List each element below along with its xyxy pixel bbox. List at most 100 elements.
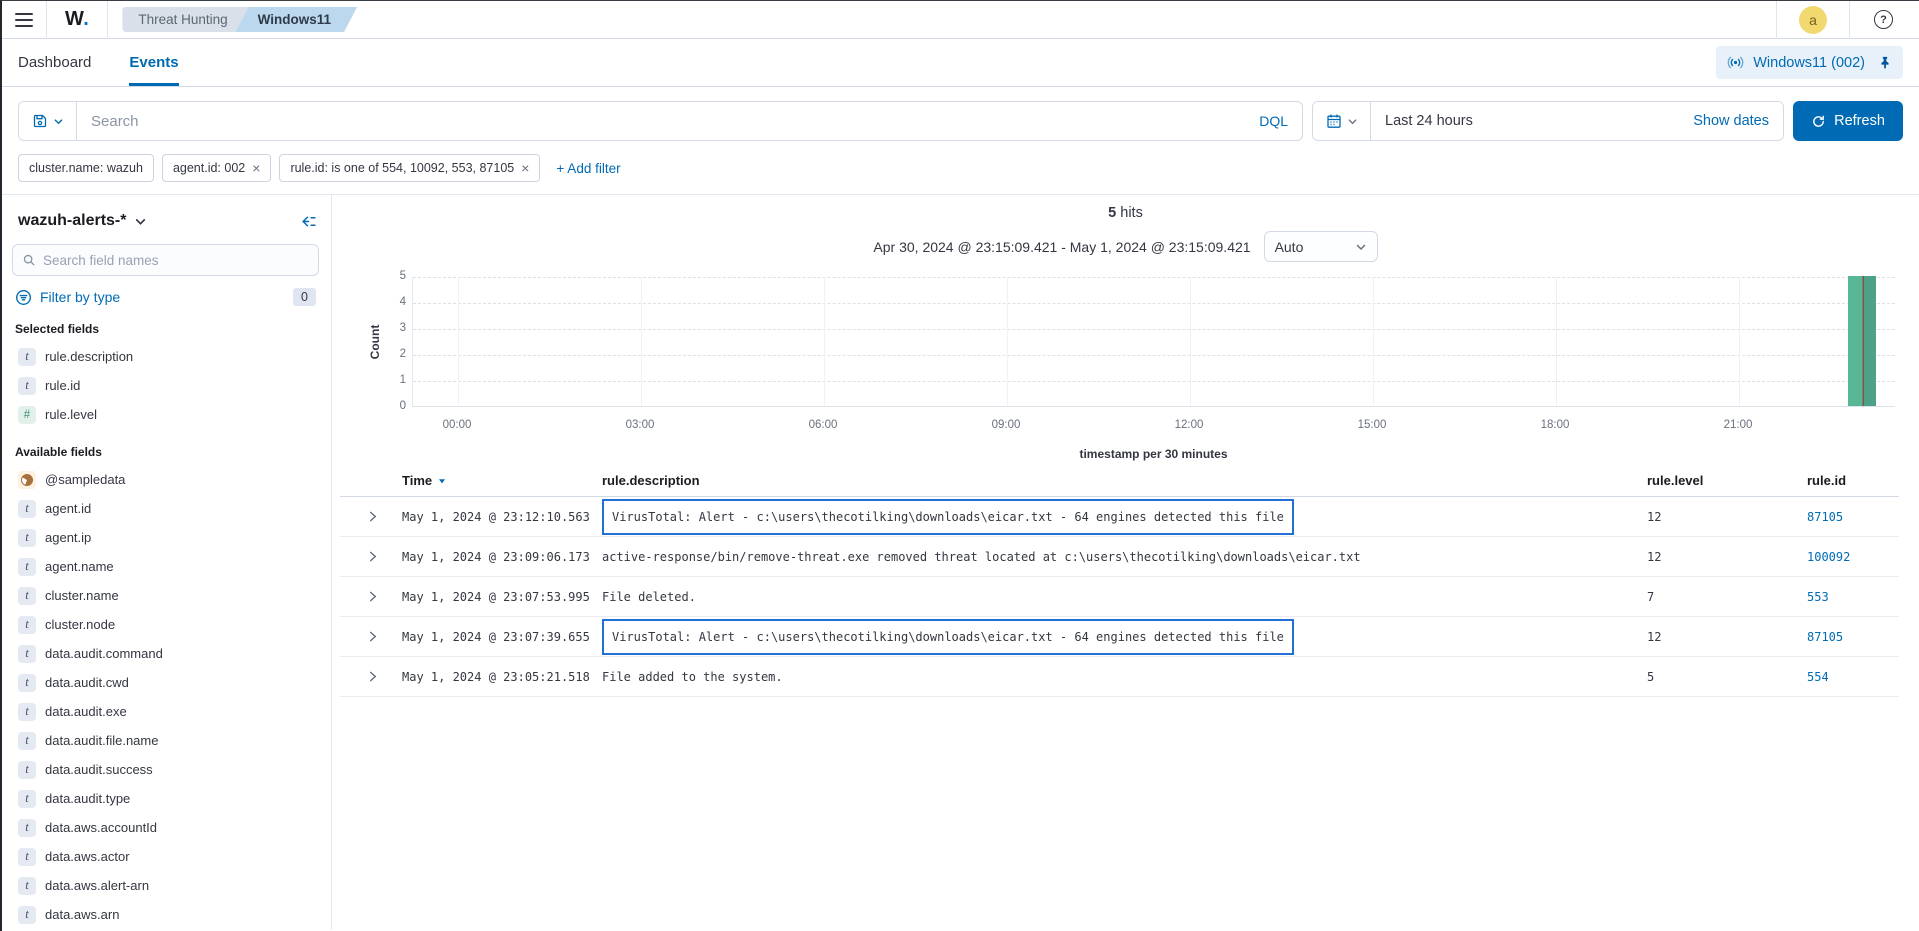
field-cluster-name[interactable]: tcluster.name xyxy=(12,581,319,610)
filter-circle-icon xyxy=(15,289,32,306)
tab-dashboard[interactable]: Dashboard xyxy=(18,39,91,86)
x-tick: 15:00 xyxy=(1358,419,1387,431)
rule-id-link[interactable]: 100092 xyxy=(1807,550,1850,564)
event-rule-id: 87105 xyxy=(1807,510,1899,524)
interval-select[interactable]: Auto xyxy=(1264,231,1378,262)
filter-by-type[interactable]: Filter by type 0 xyxy=(12,288,319,306)
date-picker: Last 24 hours Show dates xyxy=(1312,101,1784,141)
pin-agent-button[interactable] xyxy=(1878,56,1892,70)
pin-icon xyxy=(1878,56,1892,70)
expand-row-icon[interactable] xyxy=(366,590,379,603)
query-language-button[interactable]: DQL xyxy=(1245,113,1302,129)
rule-id-link[interactable]: 87105 xyxy=(1807,630,1843,644)
search-input[interactable] xyxy=(77,113,1245,130)
add-filter-button[interactable]: + Add filter xyxy=(556,161,620,176)
show-dates-button[interactable]: Show dates xyxy=(1679,113,1783,129)
filter-by-type-count: 0 xyxy=(293,288,316,306)
field-search xyxy=(12,244,319,276)
expand-row-icon[interactable] xyxy=(366,510,379,523)
tab-events[interactable]: Events xyxy=(129,39,178,86)
module-tab-bar: Dashboard Events Windows11 (002) xyxy=(2,39,1919,87)
collapse-left-icon xyxy=(300,213,317,230)
remove-filter-icon[interactable]: × xyxy=(521,161,529,175)
remove-filter-icon[interactable]: × xyxy=(252,161,260,175)
calendar-button[interactable] xyxy=(1313,102,1371,140)
wazuh-logo[interactable]: W. xyxy=(46,1,108,39)
field-agent-ip[interactable]: tagent.ip xyxy=(12,523,319,552)
field-data-audit-cwd[interactable]: tdata.audit.cwd xyxy=(12,668,319,697)
field-label: data.aws.actor xyxy=(45,849,130,864)
help-icon[interactable]: ? xyxy=(1874,10,1893,29)
event-description: File deleted. xyxy=(602,590,1647,604)
field-rule-id[interactable]: t rule.id xyxy=(12,371,319,400)
field-sampledata[interactable]: @sampledata xyxy=(12,465,319,494)
field-label: agent.id xyxy=(45,501,91,516)
column-time[interactable]: Time xyxy=(380,473,602,488)
avatar[interactable]: a xyxy=(1799,6,1827,34)
column-rule-description[interactable]: rule.description xyxy=(602,473,1647,488)
field-data-audit-command[interactable]: tdata.audit.command xyxy=(12,639,319,668)
string-type-icon: t xyxy=(18,732,36,750)
expand-row-icon[interactable] xyxy=(366,630,379,643)
field-rule-description[interactable]: t rule.description xyxy=(12,342,319,371)
y-tick: 4 xyxy=(372,296,406,308)
filter-pill-agent-id[interactable]: agent.id: 002 × xyxy=(162,154,271,182)
time-range-value[interactable]: Last 24 hours xyxy=(1371,113,1679,129)
field-data-audit-exe[interactable]: tdata.audit.exe xyxy=(12,697,319,726)
x-axis-label: timestamp per 30 minutes xyxy=(412,447,1895,461)
refresh-button[interactable]: Refresh xyxy=(1793,101,1903,141)
field-agent-id[interactable]: tagent.id xyxy=(12,494,319,523)
table-header: Time rule.description rule.level rule.id xyxy=(340,465,1899,497)
field-agent-name[interactable]: tagent.name xyxy=(12,552,319,581)
hits-count: 5 hits xyxy=(332,205,1919,221)
column-rule-level[interactable]: rule.level xyxy=(1647,473,1807,488)
save-icon xyxy=(32,113,48,129)
filter-pill-cluster-name[interactable]: cluster.name: wazuh xyxy=(18,154,154,182)
collapse-sidebar-button[interactable] xyxy=(300,213,317,230)
field-cluster-node[interactable]: tcluster.node xyxy=(12,610,319,639)
rule-id-link[interactable]: 553 xyxy=(1807,590,1829,604)
plot-area[interactable] xyxy=(412,277,1895,407)
y-tick: 5 xyxy=(372,270,406,282)
field-data-aws-alert-arn[interactable]: tdata.aws.alert-arn xyxy=(12,871,319,900)
event-description: active-response/bin/remove-threat.exe re… xyxy=(602,550,1647,564)
field-data-aws-actor[interactable]: tdata.aws.actor xyxy=(12,842,319,871)
rule-id-link[interactable]: 87105 xyxy=(1807,510,1843,524)
index-pattern-selector[interactable]: wazuh-alerts-* xyxy=(18,212,147,230)
breadcrumb-windows11[interactable]: Windows11 xyxy=(236,7,357,32)
filter-by-type-label: Filter by type xyxy=(40,289,120,305)
event-rule-level: 5 xyxy=(1647,670,1807,684)
field-label: data.aws.arn xyxy=(45,907,119,922)
event-time: May 1, 2024 @ 23:12:10.563 xyxy=(380,510,602,524)
field-label: data.aws.alert-arn xyxy=(45,878,149,893)
expand-row-icon[interactable] xyxy=(366,670,379,683)
field-label: data.audit.command xyxy=(45,646,163,661)
field-data-aws-created-at[interactable]: tdata.aws.created-at xyxy=(12,929,319,930)
column-rule-id[interactable]: rule.id xyxy=(1807,473,1899,488)
saved-queries-button[interactable] xyxy=(19,102,77,140)
query-toolbar: DQL Last 24 hours Show dates xyxy=(2,87,1919,195)
field-data-aws-accountid[interactable]: tdata.aws.accountId xyxy=(12,813,319,842)
filter-pill-rule-id[interactable]: rule.id: is one of 554, 10092, 553, 8710… xyxy=(279,154,540,182)
field-data-audit-success[interactable]: tdata.audit.success xyxy=(12,755,319,784)
field-rule-level[interactable]: # rule.level xyxy=(12,400,319,429)
field-data-aws-arn[interactable]: tdata.aws.arn xyxy=(12,900,319,929)
rule-id-link[interactable]: 554 xyxy=(1807,670,1829,684)
agent-selector-button[interactable]: Windows11 (002) xyxy=(1716,46,1903,79)
field-label: rule.id xyxy=(45,378,80,393)
histogram-bar[interactable] xyxy=(1848,276,1876,406)
field-label: data.audit.success xyxy=(45,762,153,777)
selected-fields-heading: Selected fields xyxy=(15,322,319,336)
breadcrumb-threat-hunting[interactable]: Threat Hunting xyxy=(122,7,253,32)
expand-row-icon[interactable] xyxy=(366,550,379,563)
table-row: May 1, 2024 @ 23:12:10.563 VirusTotal: A… xyxy=(340,497,1899,537)
menu-icon[interactable] xyxy=(2,1,46,39)
field-data-audit-type[interactable]: tdata.audit.type xyxy=(12,784,319,813)
x-tick: 21:00 xyxy=(1724,419,1753,431)
string-type-icon: t xyxy=(18,790,36,808)
string-type-icon: t xyxy=(18,703,36,721)
field-search-input[interactable] xyxy=(43,253,309,268)
chart-date-range: Apr 30, 2024 @ 23:15:09.421 - May 1, 202… xyxy=(873,239,1250,255)
chevron-down-icon xyxy=(134,215,147,228)
field-data-audit-file-name[interactable]: tdata.audit.file.name xyxy=(12,726,319,755)
